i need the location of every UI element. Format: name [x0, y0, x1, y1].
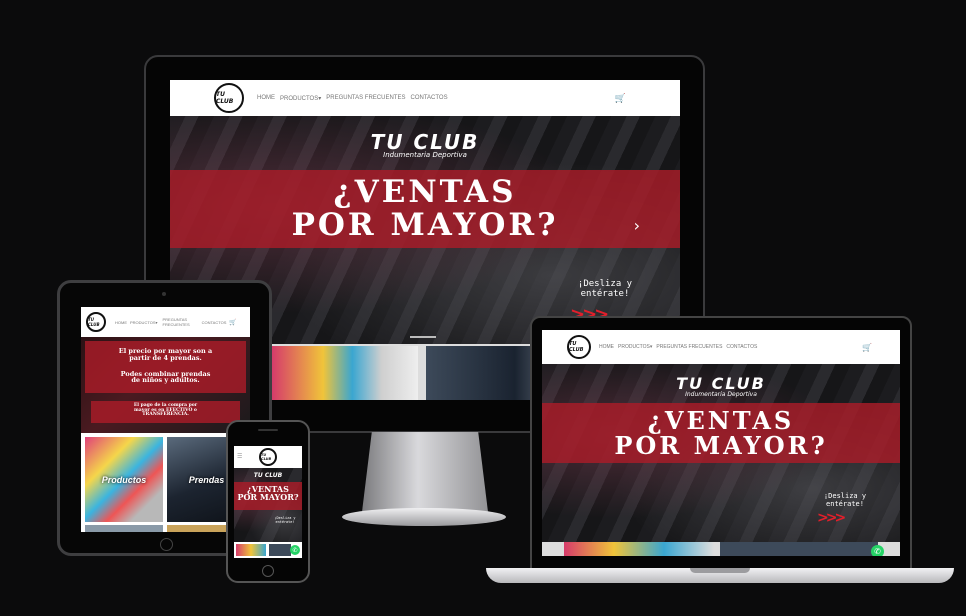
laptop-nav-productos[interactable]: PRODUCTOS▾	[618, 344, 652, 350]
laptop-slide-arrows: >>>	[817, 510, 846, 526]
tablet-thumb-3[interactable]	[85, 525, 163, 532]
carousel-next-arrow[interactable]: ›	[634, 216, 640, 235]
laptop-lid: TU CLUB HOME PRODUCTOS▾ PREGUNTAS FRECUE…	[530, 316, 912, 570]
phone-headline-2: POR MAYOR?	[237, 492, 299, 503]
category-productos-label: Productos	[101, 475, 147, 485]
tablet-screen: TU CLUB HOME PRODUCTOS▾ PREGUNTAS FRECUEN…	[81, 307, 250, 532]
tablet-category-productos[interactable]: Productos	[85, 437, 163, 522]
nav-home[interactable]: HOME	[257, 95, 275, 101]
chevron-down-icon: ▾	[155, 319, 158, 325]
tablet-band-2: El pago de la compra por mayor es en EFE…	[91, 401, 240, 423]
hero-headline-2: POR MAYOR?	[291, 206, 559, 243]
cart-icon[interactable]: 🛒	[229, 319, 236, 326]
laptop-screen: TU CLUB HOME PRODUCTOS▾ PREGUNTAS FRECUE…	[542, 330, 900, 556]
laptop-headline-1: ¿VENTAS	[647, 406, 795, 435]
hamburger-icon[interactable]: ☰	[237, 453, 242, 460]
phone-slide-text: ¡Desliza y entérate!	[270, 516, 300, 524]
laptop-nav-productos-label: PRODUCTOS	[618, 344, 650, 350]
chevron-down-icon: ▾	[649, 344, 653, 350]
tablet-nav-home[interactable]: HOME	[115, 320, 127, 325]
phone-slide-text-2: entérate!	[275, 520, 295, 524]
laptop-band: ¿VENTAS POR MAYOR?	[542, 403, 900, 463]
tablet-nav-productos-label: PRODUCTOS	[130, 319, 156, 325]
phone-hero[interactable]: TU CLUB ¿VENTAS POR MAYOR? ¡Desliza y en…	[234, 468, 302, 542]
tablet-band-1: El precio por mayor son a partir de 4 pr…	[85, 341, 246, 393]
phone-brand: TU CLUB	[253, 472, 283, 479]
tablet-hero[interactable]: El precio por mayor son a partir de 4 pr…	[81, 337, 250, 433]
laptop-thumb-1[interactable]	[564, 542, 714, 556]
chevron-down-icon: ▾	[318, 95, 322, 102]
tablet-camera	[162, 292, 166, 296]
tablet-home-button[interactable]	[160, 538, 173, 551]
laptop-nav-contactos[interactable]: CONTACTOS	[726, 344, 757, 350]
phone: ☰ TU CLUB TU CLUB ¿VENTAS POR MAYOR? ¡De…	[226, 420, 310, 583]
hero-slide-text: ¡Desliza y entérate!	[565, 279, 645, 299]
tablet-nav-contactos[interactable]: CONTACTOS	[202, 320, 227, 325]
laptop-slide-text: ¡Desliza y entérate!	[810, 492, 880, 508]
tablet-nav-productos[interactable]: PRODUCTOS▾	[130, 320, 158, 325]
laptop-hero[interactable]: TU CLUB Indumentaria Deportiva ¿VENTAS P…	[542, 364, 900, 542]
laptop-brand-sub: Indumentaria Deportiva	[685, 391, 757, 398]
laptop-nav-home[interactable]: HOME	[599, 344, 614, 350]
hero-headline-1: ¿VENTAS	[333, 174, 517, 210]
tablet-navbar: TU CLUB HOME PRODUCTOS▾ PREGUNTAS FRECUEN…	[81, 307, 250, 337]
site-logo[interactable]: TU CLUB	[214, 83, 244, 113]
hero-headline-band: ¿VENTAS POR MAYOR?	[170, 170, 680, 248]
tablet-logo[interactable]: TU CLUB	[86, 312, 106, 332]
laptop-logo[interactable]: TU CLUB	[567, 335, 591, 359]
phone-thumb-2[interactable]	[269, 544, 291, 556]
laptop-headline-2: POR MAYOR?	[614, 431, 828, 461]
laptop-slide-text-1: ¡Desliza y	[823, 492, 867, 500]
laptop-slide-text-2: entérate!	[826, 500, 864, 508]
phone-thumb-1[interactable]	[236, 544, 266, 556]
laptop-thumb-2[interactable]	[720, 542, 878, 556]
nav-contactos[interactable]: CONTACTOS	[410, 95, 447, 101]
tablet-line-7: TRANSFERENCIA.	[142, 412, 189, 418]
phone-band: ¿VENTAS POR MAYOR?	[234, 482, 302, 510]
laptop-nav-faq[interactable]: PREGUNTAS FRECUENTES	[656, 344, 722, 350]
phone-home-button[interactable]	[262, 565, 274, 577]
tablet-line-2: partir de 4 prendas.	[129, 353, 202, 362]
phone-navbar: ☰ TU CLUB	[234, 446, 302, 468]
carousel-indicator[interactable]	[410, 336, 436, 338]
whatsapp-icon[interactable]: ✆	[871, 545, 884, 556]
laptop-notch	[690, 568, 750, 573]
slide-text-1: ¡Desliza y	[577, 279, 633, 289]
desktop-thumb-1[interactable]	[272, 346, 418, 400]
phone-screen: ☰ TU CLUB TU CLUB ¿VENTAS POR MAYOR? ¡De…	[234, 446, 302, 558]
tablet-line-4: de niños y adultos.	[131, 376, 200, 385]
tablet-nav-faq-2: FRECUENTES	[162, 322, 190, 327]
cart-icon[interactable]: 🛒	[862, 343, 872, 352]
nav-faq[interactable]: PREGUNTAS FRECUENTES	[326, 95, 405, 101]
monitor-base	[342, 508, 506, 526]
tablet-nav-faq[interactable]: PREGUNTAS FRECUENTES	[163, 317, 190, 327]
nav-productos[interactable]: PRODUCTOS▾	[280, 95, 321, 102]
phone-logo[interactable]: TU CLUB	[259, 448, 277, 466]
hero-brand-sub: Indumentaria Deportiva	[383, 151, 467, 159]
slide-text-2: entérate!	[580, 289, 630, 299]
nav-productos-label: PRODUCTOS	[280, 95, 319, 102]
cart-icon[interactable]: 🛒	[615, 93, 626, 104]
desktop-navbar: TU CLUB HOME PRODUCTOS▾ PREGUNTAS FRECUE…	[170, 80, 680, 116]
whatsapp-icon[interactable]: ✆	[290, 545, 300, 555]
phone-speaker	[258, 429, 278, 431]
monitor-stand	[362, 432, 488, 512]
laptop-navbar: TU CLUB HOME PRODUCTOS▾ PREGUNTAS FRECUE…	[542, 330, 900, 364]
